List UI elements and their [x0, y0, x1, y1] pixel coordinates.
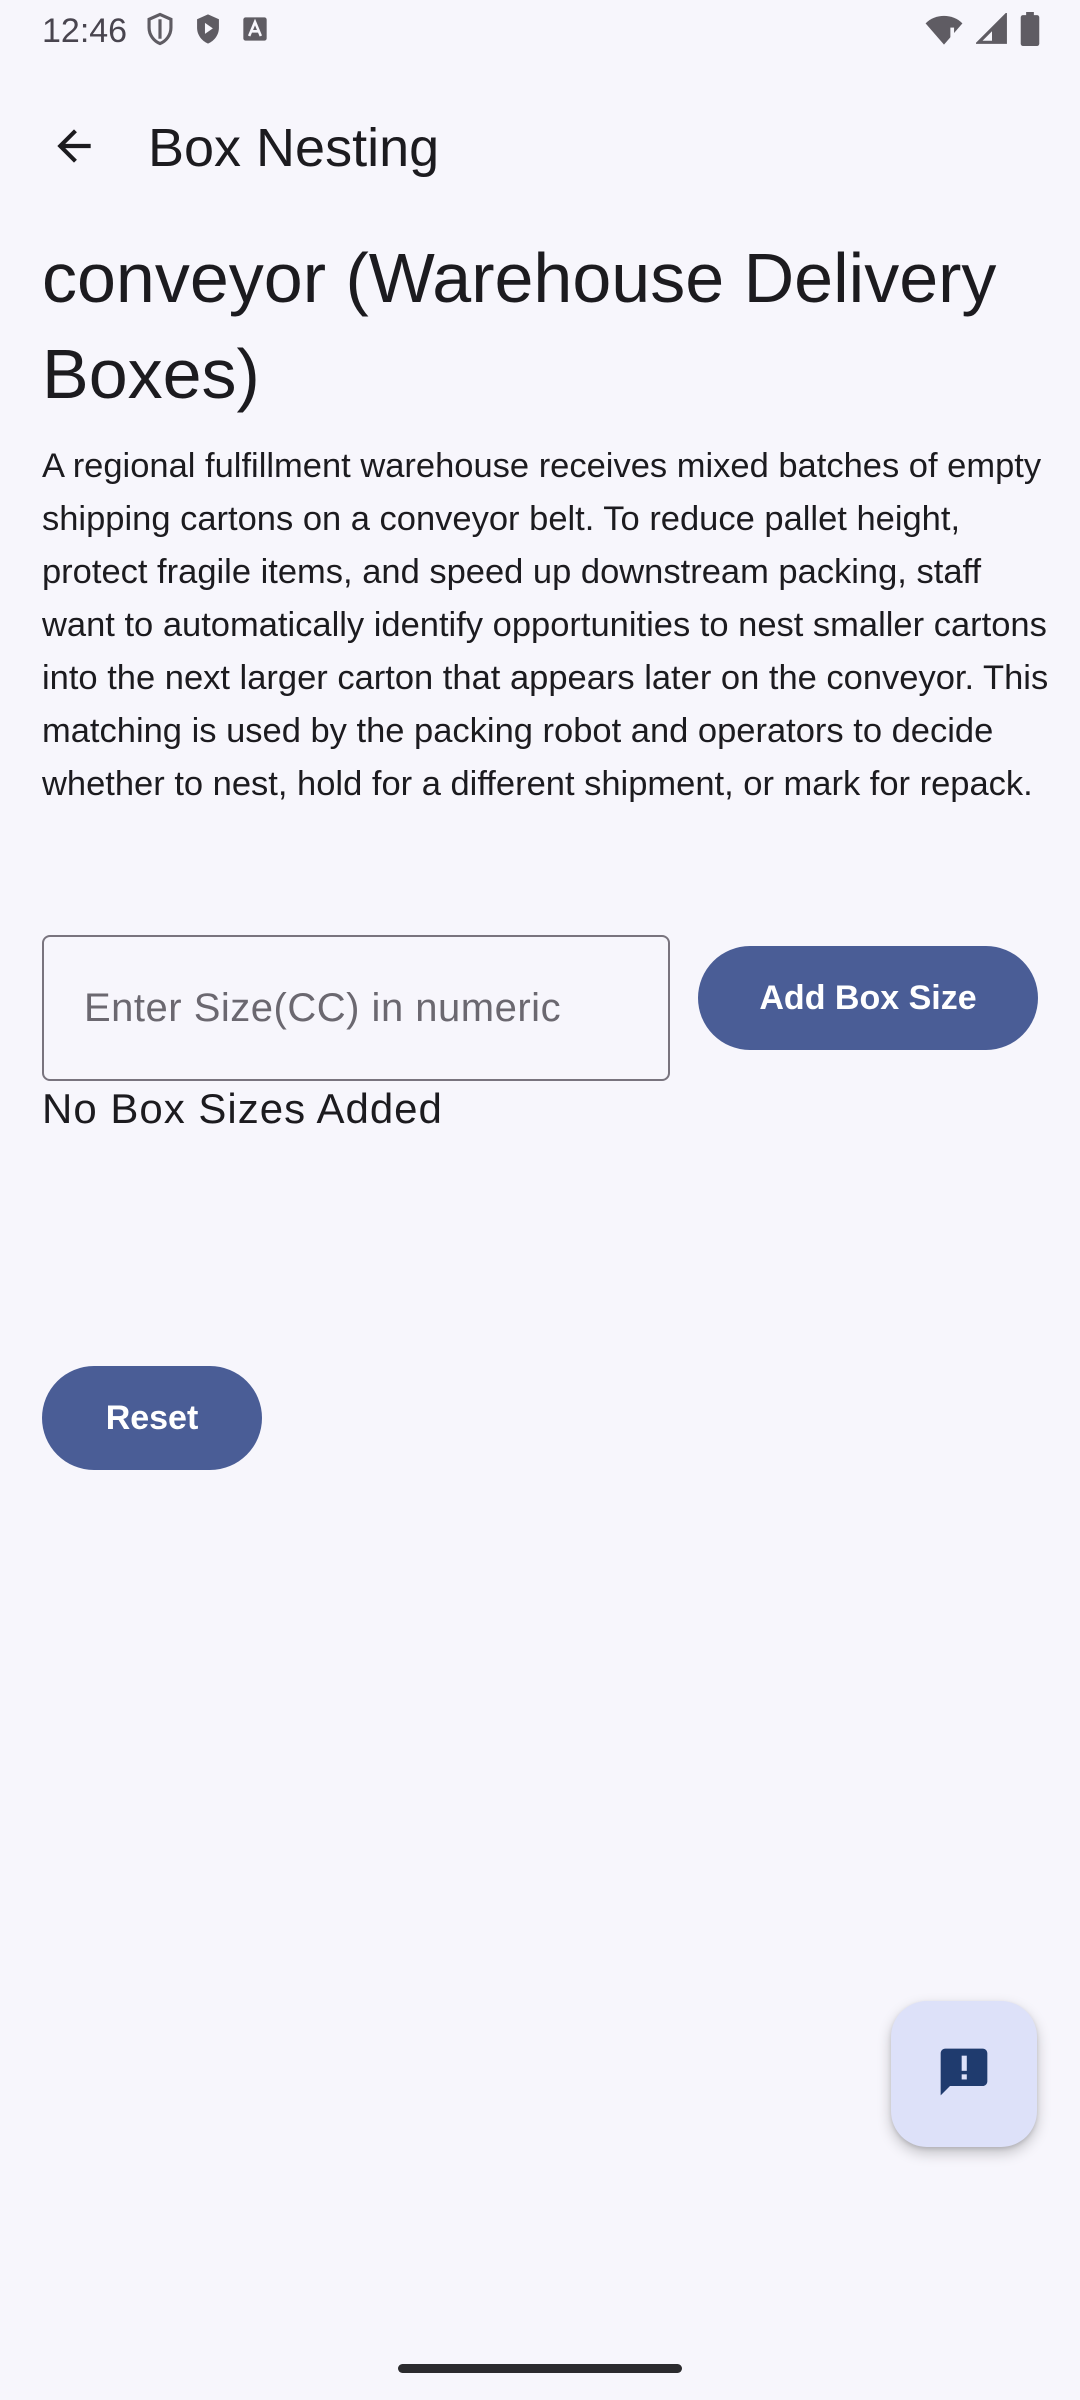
empty-state-text: No Box Sizes Added	[42, 1085, 443, 1132]
reset-button[interactable]: Reset	[42, 1366, 262, 1470]
font-a-icon	[241, 15, 269, 47]
page-heading: conveyor (Warehouse Delivery Boxes)	[42, 239, 997, 413]
home-indicator[interactable]	[398, 2364, 682, 2373]
status-time: 12:46	[42, 11, 128, 50]
status-bar: 12:46	[0, 0, 1080, 62]
cell-signal-icon	[974, 11, 1008, 49]
problem-description: A regional fulfillment warehouse receive…	[42, 447, 1049, 803]
box-size-input[interactable]	[42, 935, 670, 1081]
battery-icon	[1020, 12, 1040, 50]
feedback-fab[interactable]	[891, 2001, 1037, 2147]
feedback-icon	[936, 2044, 992, 2104]
back-button[interactable]	[24, 98, 124, 198]
add-box-size-button[interactable]: Add Box Size	[698, 946, 1038, 1050]
shield-play-icon	[193, 12, 223, 50]
app-bar-title: Box Nesting	[148, 118, 440, 178]
arrow-back-icon	[49, 121, 99, 175]
top-app-bar: Box Nesting	[0, 88, 1080, 208]
wifi-alert-icon	[924, 12, 964, 50]
shield-outline-icon	[145, 12, 175, 50]
